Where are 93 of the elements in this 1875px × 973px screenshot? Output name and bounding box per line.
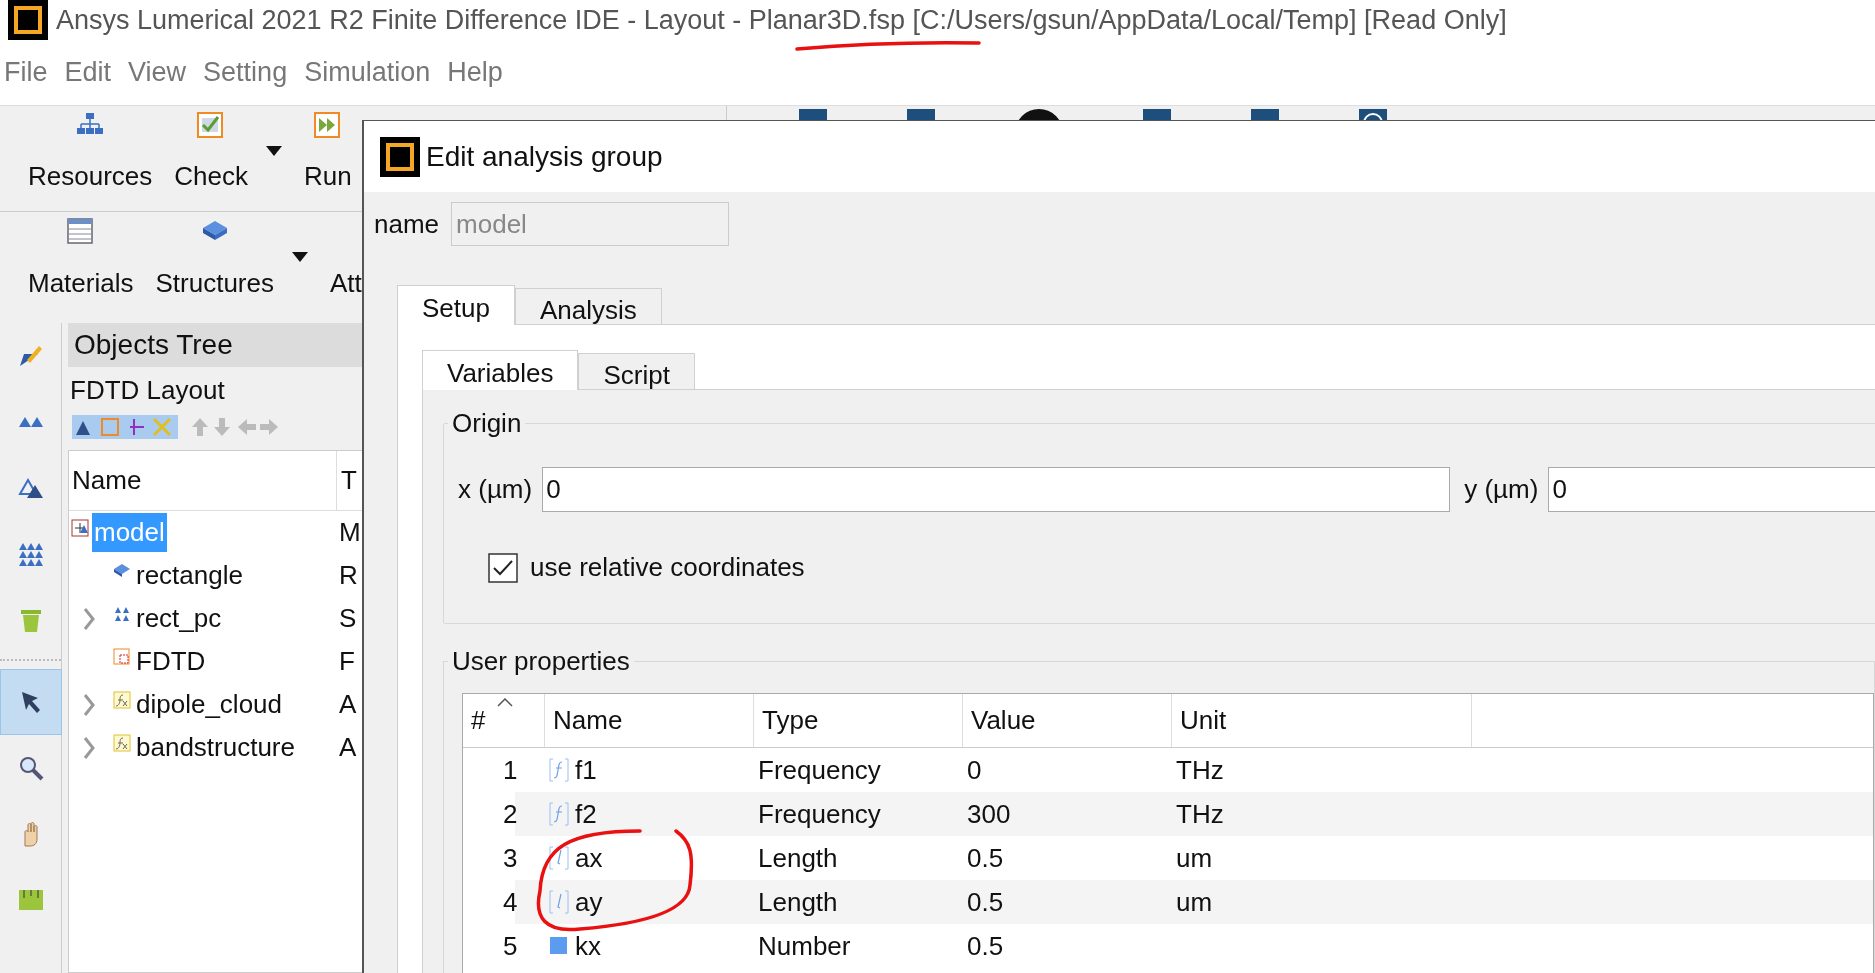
table-icon: [66, 218, 95, 244]
tree-cell-text: A: [338, 731, 357, 764]
table-cell-text: um: [1175, 841, 1214, 875]
toolbar-button[interactable]: Structures: [155, 212, 274, 318]
table-cell-text: Length: [757, 885, 839, 919]
tree-cell-text: S: [338, 602, 357, 635]
table-cell-text: Number: [757, 929, 852, 963]
group-title: User properties: [451, 645, 631, 678]
menu-item[interactable]: Edit: [64, 52, 112, 93]
table-cell-text: 0.5: [966, 841, 1005, 875]
table-cell-text: um: [1175, 885, 1214, 919]
tree-item[interactable]: bandstructure: [134, 728, 297, 767]
menu-item[interactable]: Help: [447, 52, 503, 93]
tree-cell-text: M: [338, 516, 361, 549]
checkbox[interactable]: [488, 552, 518, 583]
app-logo-icon: [8, 0, 48, 40]
menu-item[interactable]: View: [128, 52, 187, 93]
table-cell-text: Frequency: [757, 753, 882, 787]
column-header[interactable]: Name: [69, 451, 337, 510]
column-header[interactable]: Value: [971, 701, 1036, 740]
menu-item[interactable]: File: [4, 52, 48, 93]
table-cell-text: 1: [502, 753, 519, 787]
table-cell-text: ay: [575, 885, 603, 919]
table-cell-text: Length: [757, 841, 839, 875]
expand-chevron-icon[interactable]: [81, 735, 97, 760]
table-cell-text: ax: [575, 841, 603, 875]
fast-forward-icon: [313, 112, 342, 138]
field-label: x (µm): [458, 473, 533, 506]
column-header[interactable]: Unit: [1180, 701, 1227, 740]
table-cell-text: 4: [502, 885, 519, 919]
table-cell-text: 3: [502, 841, 519, 875]
table-cell-text: kx: [575, 929, 601, 963]
tree-cell-text: A: [338, 688, 357, 721]
table-cell-text: 0.5: [966, 885, 1005, 919]
dialog-title: Edit analysis group: [426, 139, 663, 174]
variable-icon: [549, 846, 569, 870]
menu-item[interactable]: Simulation: [304, 52, 431, 93]
table-cell-text: 0: [966, 753, 983, 787]
app-logo-icon: [380, 136, 420, 177]
window-title: Ansys Lumerical 2021 R2 Finite Difference IDE - Layout - Planar3D.fsp [C:/Users/gsun/AppData/Local/Temp] [Read Only]: [56, 3, 1507, 37]
slab-icon: [113, 562, 131, 580]
variable-icon: [549, 758, 569, 782]
column-header[interactable]: #: [471, 701, 486, 740]
group-title: Origin: [451, 407, 523, 440]
table-cell-text: 0.5: [966, 929, 1005, 963]
variable-icon: [549, 802, 569, 826]
table-cell-text: Frequency: [757, 797, 882, 831]
x-field[interactable]: 0: [542, 467, 1451, 512]
column-header[interactable]: Type: [762, 701, 819, 740]
expand-chevron-icon[interactable]: [81, 692, 97, 717]
field-label: name: [374, 207, 440, 241]
column-header[interactable]: Name: [553, 701, 623, 740]
tab[interactable]: Script: [578, 353, 695, 389]
table-cell-text: 2: [502, 797, 519, 831]
tree-item[interactable]: FDTD: [134, 642, 208, 681]
checkbox-label: use relative coordinates: [530, 551, 805, 584]
tree-item[interactable]: rect_pc: [134, 599, 224, 638]
group-icon: [71, 519, 89, 537]
table-cell-text: THz: [1175, 753, 1225, 787]
tab[interactable]: Setup: [397, 285, 515, 325]
expand-chevron-icon[interactable]: [81, 606, 97, 631]
table-cell-text: 300: [966, 797, 1012, 831]
table-cell-text: 5: [502, 929, 519, 963]
tree-cell-text: R: [338, 559, 358, 592]
tab[interactable]: Variables: [422, 350, 579, 390]
panel-title: Objects Tree: [74, 328, 233, 362]
triangle-grid-icon: [113, 605, 131, 623]
sort-caret-icon: [497, 698, 513, 707]
tree-item[interactable]: dipole_cloud: [134, 685, 284, 724]
arrows-icon: [190, 416, 280, 438]
region-icon: [113, 648, 131, 666]
layout-label: FDTD Layout: [69, 374, 226, 407]
variable-icon: [549, 890, 569, 914]
function-icon: [113, 691, 131, 709]
triangles-icon: [16, 415, 45, 429]
table-cell-text: f1: [575, 753, 597, 787]
field-label: y (µm): [1464, 473, 1539, 506]
menu-item[interactable]: Setting: [203, 52, 288, 93]
toolbar-button[interactable]: Materials: [28, 212, 134, 318]
y-field[interactable]: 0: [1548, 467, 1875, 512]
tree-item[interactable]: rectangle: [134, 556, 245, 595]
column-header[interactable]: T: [337, 461, 357, 500]
toolbar-button[interactable]: Resources: [28, 106, 153, 211]
checklist-icon: [197, 112, 226, 138]
tab[interactable]: Analysis: [514, 288, 662, 324]
toolbar-button[interactable]: Check: [174, 106, 248, 211]
toolbar-button[interactable]: Att: [330, 212, 362, 318]
toolbar-button[interactable]: Run: [304, 106, 352, 211]
function-icon: [113, 734, 131, 752]
table-cell-text: THz: [1175, 797, 1225, 831]
tool-button[interactable]: [0, 669, 62, 735]
table-cell-text: f2: [575, 797, 597, 831]
tree-cell-text: F: [338, 645, 355, 678]
